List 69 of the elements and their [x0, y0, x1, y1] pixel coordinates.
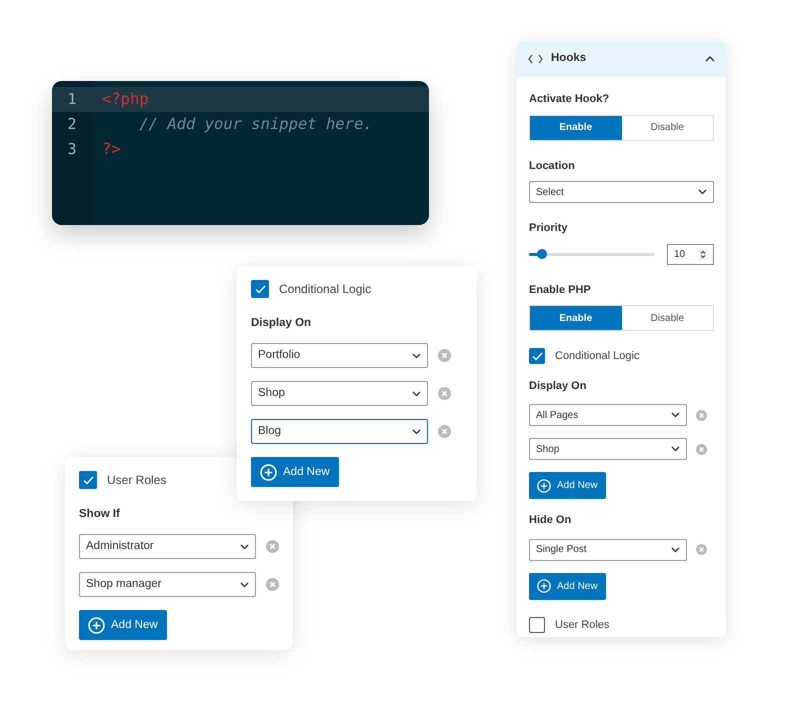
code-icon — [528, 54, 543, 64]
field-label: Hide On — [529, 513, 572, 528]
caret-icon — [240, 544, 249, 550]
caret-icon — [671, 446, 680, 452]
select-field[interactable]: Select — [529, 181, 714, 203]
remove-icon — [266, 540, 279, 554]
field-label: Location — [529, 158, 576, 174]
add-new-button[interactable]: Add New — [529, 472, 606, 499]
select-field[interactable]: Blog — [251, 419, 428, 444]
checkbox[interactable] — [529, 348, 545, 364]
add-new-button[interactable]: Add New — [529, 572, 606, 600]
caret-icon — [671, 412, 680, 418]
line-number: 2 — [67, 114, 77, 136]
checkbox[interactable] — [529, 616, 545, 633]
line-number: 3 — [67, 139, 77, 160]
code-comment: // Add your snippet here. — [138, 114, 373, 135]
caret-icon — [412, 390, 421, 397]
select-field[interactable]: All Pages — [529, 404, 687, 426]
code-text: <?php — [102, 88, 149, 110]
chevron-icon — [705, 56, 715, 62]
check-icon — [82, 476, 94, 484]
code-text: ?> — [102, 138, 121, 160]
checkbox[interactable] — [79, 471, 97, 489]
remove-icon — [438, 387, 451, 400]
checkbox[interactable] — [251, 280, 269, 298]
select-field[interactable]: Shop manager — [79, 572, 256, 598]
add-new-button[interactable]: Add New — [79, 610, 167, 640]
plus-circle-icon — [260, 464, 277, 481]
caret-icon — [698, 189, 707, 195]
add-new-button[interactable]: Add New — [251, 457, 339, 488]
field-label: Activate Hook? — [529, 92, 610, 107]
toggle-option[interactable]: Enable — [530, 306, 622, 330]
remove-icon — [696, 544, 707, 555]
plus-circle-icon — [537, 478, 551, 492]
spinner-icon — [699, 248, 707, 260]
section-label: Show If — [79, 507, 121, 522]
check-icon — [254, 284, 266, 294]
section-label: Display On — [251, 316, 312, 331]
plus-circle-icon — [88, 616, 105, 634]
checkbox-label: User Roles — [555, 618, 610, 632]
caret-icon — [240, 582, 249, 588]
caret-icon — [671, 546, 680, 552]
remove-icon — [696, 410, 707, 420]
caret-icon — [412, 428, 421, 435]
field-label: Display On — [529, 378, 588, 394]
remove-icon — [266, 578, 279, 592]
field-label: Enable PHP — [529, 282, 592, 298]
remove-icon — [438, 349, 451, 362]
code-editor[interactable]: 1 2 3 <?php // Add your snippet here. ?> — [52, 81, 429, 225]
select-field[interactable]: Shop — [529, 438, 687, 460]
toggle-option[interactable]: Enable — [530, 116, 622, 140]
remove-icon — [438, 425, 451, 438]
select-field[interactable]: Single Post — [529, 538, 687, 560]
number-field[interactable]: 10 — [667, 244, 714, 264]
checkbox-label: User Roles — [107, 472, 166, 489]
checkbox-label: Conditional Logic — [555, 349, 640, 364]
slider-thumb[interactable] — [536, 249, 547, 259]
check-icon — [532, 352, 542, 361]
field-label: Priority — [529, 221, 569, 236]
select-field[interactable]: Administrator — [79, 534, 256, 560]
select-field[interactable]: Portfolio — [251, 343, 428, 368]
panel-header[interactable]: Hooks — [517, 41, 726, 77]
panel-title: Hooks — [551, 51, 588, 66]
remove-icon — [696, 444, 707, 454]
caret-icon — [412, 352, 421, 359]
plus-circle-icon — [537, 579, 551, 593]
checkbox-label: Conditional Logic — [279, 281, 372, 298]
line-number: 1 — [67, 89, 77, 110]
select-field[interactable]: Shop — [251, 381, 428, 406]
